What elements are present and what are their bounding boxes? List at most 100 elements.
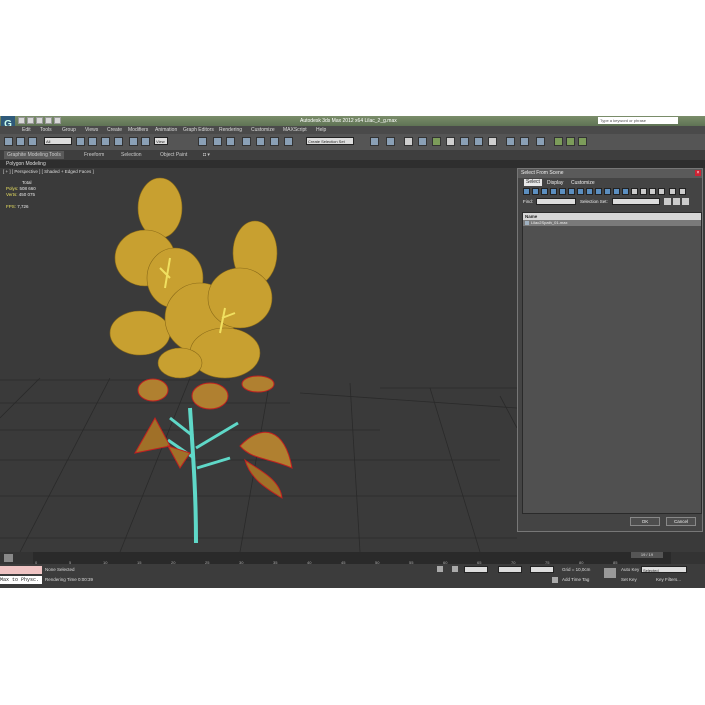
window-crossing-icon[interactable] [114,137,123,146]
display-shapes-icon[interactable] [532,188,539,195]
mini-curve-editor-icon[interactable] [4,554,13,562]
link-icon[interactable] [16,137,25,146]
menu-graph-editors[interactable]: Graph Editors [183,127,214,133]
unlink-icon[interactable] [28,137,37,146]
timeline-track[interactable]: 0 5 10 15 20 25 30 35 40 45 50 55 60 65 … [33,552,671,565]
undo-icon[interactable] [45,117,52,124]
menu-customize[interactable]: Customize [251,127,275,133]
keyboard-shortcut-icon[interactable] [226,137,235,146]
reference-coordinate-dropdown[interactable]: View [154,137,168,145]
display-groups-icon[interactable] [577,188,584,195]
display-helpers-icon[interactable] [559,188,566,195]
menu-tools[interactable]: Tools [40,127,52,133]
tab-selection[interactable]: Selection [121,152,142,158]
viewport-label[interactable]: [ + ] [ Perspective ] [ Shaded + Edged F… [3,169,94,174]
display-invert-icon[interactable] [649,188,656,195]
material-editor-icon[interactable] [460,137,469,146]
y-coordinate-field[interactable] [498,566,522,573]
dialog-menu-select[interactable]: Select [524,179,542,186]
render-iterative-icon[interactable] [520,137,529,146]
scene-object-list[interactable]: Name Lilac2Spath_01-max [522,212,702,514]
menu-modifiers[interactable]: Modifiers [128,127,148,133]
remove-selection-set-icon[interactable] [673,198,680,205]
find-input[interactable] [536,198,576,205]
rectangular-selection-icon[interactable] [101,137,110,146]
menu-views[interactable]: Views [85,127,98,133]
lock-selection-icon[interactable] [437,566,443,572]
menu-maxscript[interactable]: MAXScript [283,127,307,133]
menu-rendering[interactable]: Rendering [219,127,242,133]
environment-icon[interactable] [536,137,545,146]
auto-key-button[interactable]: Auto Key [621,567,639,572]
redo-icon[interactable] [54,117,61,124]
display-space-warps-icon[interactable] [568,188,575,195]
column-header-name[interactable]: Name [523,213,701,220]
open-file-icon[interactable] [27,117,34,124]
key-filters-button[interactable]: Key Filters... [656,577,681,582]
dialog-menu-display[interactable]: Display [547,180,563,186]
undo-icon[interactable] [4,137,13,146]
new-file-icon[interactable] [18,117,25,124]
layer-manager-icon[interactable] [404,137,413,146]
align-icon[interactable] [386,137,395,146]
dialog-title-bar[interactable]: Select From Scene × [518,169,702,178]
rendered-frame-icon[interactable] [488,137,497,146]
percent-snap-icon[interactable] [270,137,279,146]
filter-icon[interactable] [669,188,676,195]
filter-toggle-icon[interactable] [679,188,686,195]
selection-filter-dropdown[interactable]: All [44,137,72,145]
display-xrefs-icon[interactable] [586,188,593,195]
rotate-icon[interactable] [141,137,150,146]
pivot-icon[interactable] [198,137,207,146]
display-all-icon[interactable] [631,188,638,195]
maxscript-listener-mini[interactable] [0,566,42,574]
snap-toggle-icon[interactable] [242,137,251,146]
key-icon[interactable] [604,568,616,578]
selection-set-dropdown[interactable] [612,198,660,205]
curve-editor-icon[interactable] [432,137,441,146]
dialog-menu-customize[interactable]: Customize [571,180,595,186]
absolute-mode-icon[interactable] [452,566,458,572]
ribbon-options-icon[interactable]: ◘ ▾ [203,152,210,158]
time-slider[interactable]: 19 / 19 [631,552,663,558]
set-key-button[interactable]: Set Key [621,577,637,582]
display-geometry-icon[interactable] [523,188,530,195]
display-none-icon[interactable] [640,188,647,195]
named-selection-set-dropdown[interactable]: Create Selection Set [306,137,354,145]
display-bones-icon[interactable] [595,188,602,195]
display-hidden-icon[interactable] [622,188,629,195]
sync-selection-icon[interactable] [658,188,665,195]
render-production-icon[interactable] [506,137,515,146]
select-manipulate-icon[interactable] [213,137,222,146]
time-tag-icon[interactable] [552,577,558,583]
display-lights-icon[interactable] [541,188,548,195]
menu-create[interactable]: Create [107,127,122,133]
x-coordinate-field[interactable] [464,566,488,573]
menu-animation[interactable]: Animation [155,127,177,133]
tab-freeform[interactable]: Freeform [84,152,104,158]
z-coordinate-field[interactable] [530,566,554,573]
mirror-icon[interactable] [370,137,379,146]
cancel-button[interactable]: Cancel [666,517,696,526]
menu-group[interactable]: Group [62,127,76,133]
move-icon[interactable] [129,137,138,146]
display-frozen-icon[interactable] [613,188,620,195]
menu-edit[interactable]: Edit [22,127,31,133]
close-icon[interactable]: × [695,170,701,176]
schematic-view-icon[interactable] [446,137,455,146]
add-time-tag[interactable]: Add Time Tag [562,577,589,582]
maxscript-input[interactable]: Max to Physc. [0,576,42,584]
search-input[interactable]: Type a keyword or phrase [598,117,678,124]
spinner-snap-icon[interactable] [284,137,293,146]
tab-graphite-modeling-tools[interactable]: Graphite Modeling Tools [4,151,64,159]
graphite-toggle-icon[interactable] [418,137,427,146]
container-icon[interactable] [554,137,563,146]
key-mode-dropdown[interactable]: Selected [641,566,687,573]
ok-button[interactable]: OK [630,517,660,526]
display-cameras-icon[interactable] [550,188,557,195]
angle-snap-icon[interactable] [256,137,265,146]
container-open-icon[interactable] [566,137,575,146]
select-object-icon[interactable] [76,137,85,146]
tab-object-paint[interactable]: Object Paint [160,152,187,158]
selection-set-options-icon[interactable] [682,198,689,205]
